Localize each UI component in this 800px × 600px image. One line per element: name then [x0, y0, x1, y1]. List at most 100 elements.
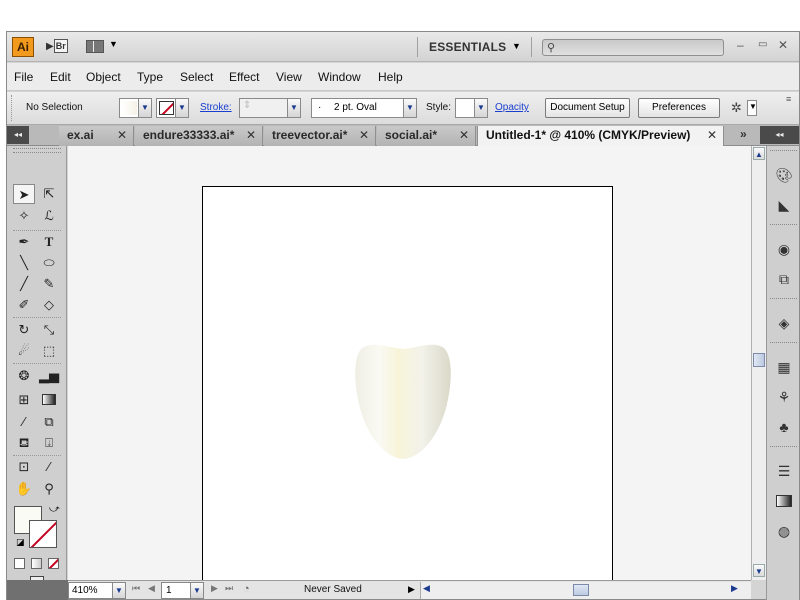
tab-untitled-1[interactable]: Untitled-1* @ 410% (CMYK/Preview) ✕ [477, 126, 724, 146]
transparency-icon[interactable]: ◍ [775, 522, 793, 540]
tab-treevector[interactable]: treevector.ai* ✕ [264, 126, 376, 146]
scroll-right-icon[interactable]: ▶ [731, 583, 738, 594]
live-paint-bucket-icon[interactable]: ⛾ [13, 433, 35, 453]
symbol-sprayer-icon[interactable]: ❂ [13, 366, 35, 386]
ellipse-tool-icon[interactable]: ⬭ [38, 253, 60, 273]
stroke-color-swatch[interactable] [29, 520, 57, 548]
hand-icon[interactable]: ✋ [13, 479, 35, 499]
mesh-icon[interactable]: ⊞ [13, 390, 35, 410]
bridge-button[interactable]: ▶ Br [46, 39, 70, 55]
selection-tool-icon[interactable]: ➤ [13, 184, 35, 204]
none-mode-icon[interactable] [48, 558, 59, 569]
stroke-icon[interactable]: ☰ [775, 462, 793, 480]
swap-colors-icon[interactable]: ⤻ [49, 504, 60, 515]
panel-grip[interactable] [13, 148, 61, 153]
vertical-scrollbar[interactable]: ▲ ▼ [751, 146, 766, 580]
brushes-icon[interactable]: ◉ [775, 240, 793, 258]
panel-options-icon[interactable]: ≡ [786, 94, 791, 104]
first-artboard-icon[interactable]: ⏮ [132, 583, 140, 594]
menu-help[interactable]: Help [378, 70, 403, 84]
color-guide-icon[interactable]: ◣ [775, 196, 793, 214]
tooth-shape[interactable] [354, 342, 452, 460]
menu-file[interactable]: File [14, 70, 33, 84]
collapse-dock-icon[interactable]: ◂◂ [760, 126, 799, 144]
menu-edit[interactable]: Edit [50, 70, 71, 84]
menu-type[interactable]: Type [137, 70, 163, 84]
close-button[interactable]: ✕ [778, 38, 788, 52]
slice-icon[interactable]: ⁄ [38, 457, 60, 477]
brush-dropdown[interactable]: · 2 pt. Oval ▼ [311, 98, 417, 118]
blend-icon[interactable]: ⧉ [38, 412, 60, 432]
symbols-icon[interactable]: ⧉ [775, 270, 793, 288]
club-symbol-icon[interactable]: ♣ [775, 418, 793, 436]
stroke-weight-dropdown[interactable]: ⇕ ▼ [239, 98, 301, 118]
direct-selection-tool-icon[interactable]: ⇱ [38, 184, 60, 204]
tab-endure33333[interactable]: endure33333.ai* ✕ [135, 126, 263, 146]
scroll-thumb[interactable] [573, 584, 589, 596]
paintbrush-icon[interactable]: ╱ [13, 274, 35, 294]
chevron-down-icon[interactable]: ▼ [512, 41, 521, 51]
close-tab-icon[interactable]: ✕ [117, 126, 127, 145]
previous-artboard-icon[interactable]: ◀ [148, 583, 155, 594]
close-tab-icon[interactable]: ✕ [707, 126, 717, 145]
artboard-icon[interactable]: ⊡ [13, 457, 35, 477]
panel-grip[interactable] [11, 95, 14, 121]
status-menu-arrow-icon[interactable]: ▶ [408, 584, 415, 595]
layers-icon[interactable]: ◈ [775, 314, 793, 332]
scroll-thumb[interactable] [753, 353, 765, 367]
close-tab-icon[interactable]: ✕ [246, 126, 256, 145]
menu-effect[interactable]: Effect [229, 70, 259, 84]
isolate-icon[interactable]: ✲ [731, 100, 742, 116]
scroll-up-icon[interactable]: ▲ [753, 147, 765, 160]
column-graph-icon[interactable]: ▂▅ [38, 366, 60, 386]
line-tool-icon[interactable]: ╲ [13, 253, 35, 273]
opacity-link[interactable]: Opacity [495, 102, 529, 113]
pencil-icon[interactable]: ✎ [38, 274, 60, 294]
scroll-left-icon[interactable]: ◀ [423, 583, 430, 594]
gradient-mode-icon[interactable] [31, 558, 42, 569]
eyedropper-icon[interactable]: ⁄ [13, 412, 35, 432]
restore-button[interactable]: ▭ [758, 39, 767, 50]
panel-menu-dropdown[interactable]: ▼ [747, 100, 757, 116]
close-tab-icon[interactable]: ✕ [459, 126, 469, 145]
color-icon[interactable]: 🎨︎ [775, 166, 793, 184]
document-canvas[interactable] [68, 146, 751, 580]
gradient-panel-icon[interactable] [775, 492, 793, 510]
default-colors-icon[interactable]: ◪ [16, 537, 25, 548]
zoom-dropdown[interactable]: 410% ▼ [68, 582, 126, 599]
tab-ex-ai[interactable]: ex.ai ✕ [59, 126, 134, 146]
next-artboard-icon[interactable]: ▶ [211, 583, 218, 594]
search-input[interactable]: ⚲ [542, 39, 724, 56]
magic-wand-icon[interactable]: ✧ [13, 206, 35, 226]
tab-social[interactable]: social.ai* ✕ [377, 126, 476, 146]
free-transform-icon[interactable]: ⬚ [38, 341, 60, 361]
gradient-icon[interactable] [38, 390, 60, 410]
arrange-documents-button[interactable]: ▼ [86, 39, 122, 55]
stroke-color-dropdown[interactable]: ▼ [156, 98, 189, 118]
close-tab-icon[interactable]: ✕ [359, 126, 369, 145]
scroll-down-icon[interactable]: ▼ [753, 564, 765, 577]
lasso-icon[interactable]: ℒ [38, 206, 60, 226]
pen-tool-icon[interactable]: ✒ [13, 232, 35, 252]
menu-select[interactable]: Select [180, 70, 213, 84]
scale-icon[interactable]: ⤡ [38, 320, 60, 340]
rotate-icon[interactable]: ↻ [13, 320, 35, 340]
minimize-button[interactable]: – [737, 38, 744, 52]
fill-color-dropdown[interactable]: ▼ [119, 98, 152, 118]
menu-window[interactable]: Window [318, 70, 361, 84]
type-tool-icon[interactable]: T [38, 232, 60, 252]
blob-brush-icon[interactable]: ✐ [13, 295, 35, 315]
more-tabs-button[interactable]: » [740, 127, 747, 141]
warp-icon[interactable]: ☄ [13, 341, 35, 361]
last-artboard-icon[interactable]: ⏭ [225, 583, 233, 594]
zoom-icon[interactable]: ⚲ [38, 479, 60, 499]
menu-view[interactable]: View [276, 70, 302, 84]
preferences-button[interactable]: Preferences [638, 98, 720, 118]
stroke-panel-link[interactable]: Stroke: [200, 102, 232, 113]
menu-object[interactable]: Object [86, 70, 121, 84]
eraser-icon[interactable]: ◇ [38, 295, 60, 315]
artboard-number-dropdown[interactable]: 1 ▼ [161, 582, 204, 599]
collapse-tools-icon[interactable]: ◂◂ [7, 126, 29, 144]
version-cue-icon[interactable]: ◔ [243, 583, 250, 595]
swatches-icon[interactable]: ▦ [775, 358, 793, 376]
